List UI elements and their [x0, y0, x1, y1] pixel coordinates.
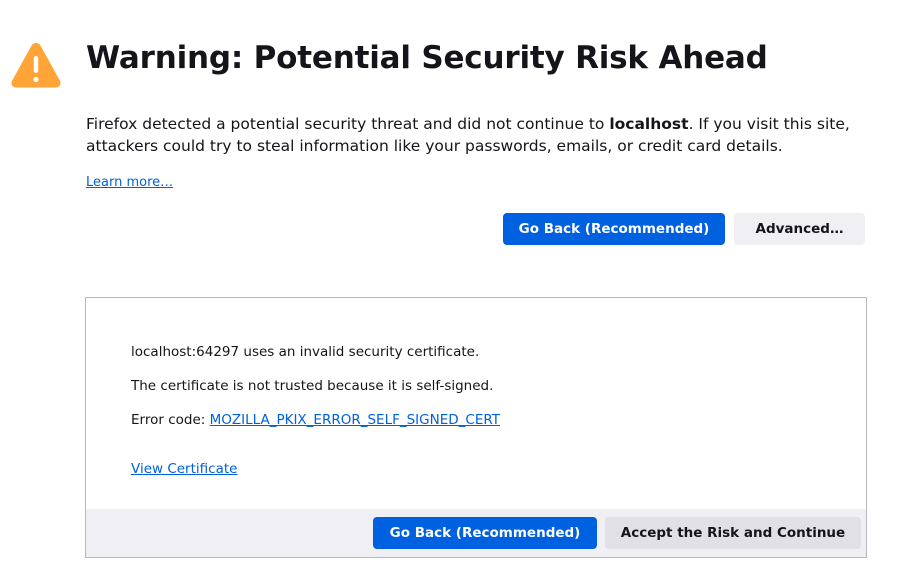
- description-text-start: Firefox detected a potential security th…: [86, 115, 610, 133]
- description-host: localhost: [609, 115, 689, 133]
- go-back-button[interactable]: Go Back (Recommended): [503, 213, 725, 245]
- view-certificate-link[interactable]: View Certificate: [131, 459, 237, 479]
- error-code-label: Error code:: [131, 412, 210, 428]
- page-title: Warning: Potential Security Risk Ahead: [86, 40, 768, 76]
- error-code-link[interactable]: MOZILLA_PKIX_ERROR_SELF_SIGNED_CERT: [210, 412, 500, 428]
- advanced-panel: localhost:64297 uses an invalid security…: [85, 297, 867, 558]
- security-warning-page: Warning: Potential Security Risk Ahead F…: [0, 0, 897, 571]
- error-code-line: Error code: MOZILLA_PKIX_ERROR_SELF_SIGN…: [131, 410, 500, 430]
- warning-description: Firefox detected a potential security th…: [86, 113, 876, 157]
- panel-go-back-button[interactable]: Go Back (Recommended): [373, 517, 597, 549]
- certificate-reason-text: The certificate is not trusted because i…: [131, 378, 494, 394]
- warning-triangle-icon: [11, 43, 61, 88]
- accept-risk-button[interactable]: Accept the Risk and Continue: [605, 517, 861, 549]
- advanced-panel-footer: Go Back (Recommended) Accept the Risk an…: [86, 509, 866, 557]
- learn-more-link[interactable]: Learn more…: [86, 174, 173, 192]
- advanced-button[interactable]: Advanced…: [734, 213, 865, 245]
- invalid-certificate-text: localhost:64297 uses an invalid security…: [131, 344, 480, 360]
